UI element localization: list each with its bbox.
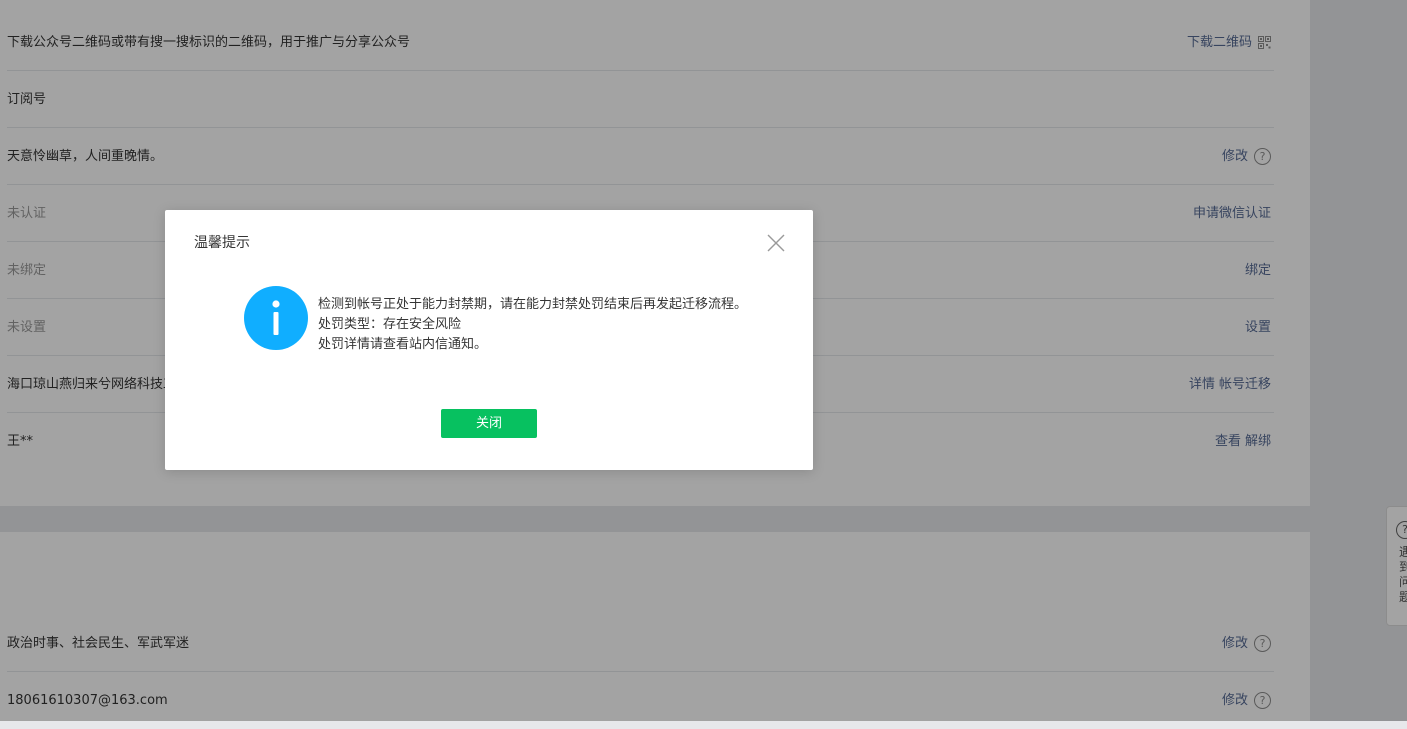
dialog-title: 温馨提示 [194, 235, 250, 251]
dialog-message: 检测到帐号正处于能力封禁期，请在能力封禁处罚结束后再发起迁移流程。 处罚类型：存… [318, 295, 747, 355]
close-icon[interactable] [765, 232, 787, 254]
info-icon [244, 286, 308, 350]
message-line: 检测到帐号正处于能力封禁期，请在能力封禁处罚结束后再发起迁移流程。 [318, 297, 748, 312]
close-button[interactable]: 关闭 [441, 409, 537, 438]
message-line: 处罚类型：存在安全风险 [318, 317, 462, 332]
notice-dialog: 温馨提示 检测到帐号正处于能力封禁期，请在能力封禁处罚结束后再发起迁移流程。 处… [165, 210, 813, 470]
message-line: 处罚详情请查看站内信通知。 [318, 337, 488, 352]
